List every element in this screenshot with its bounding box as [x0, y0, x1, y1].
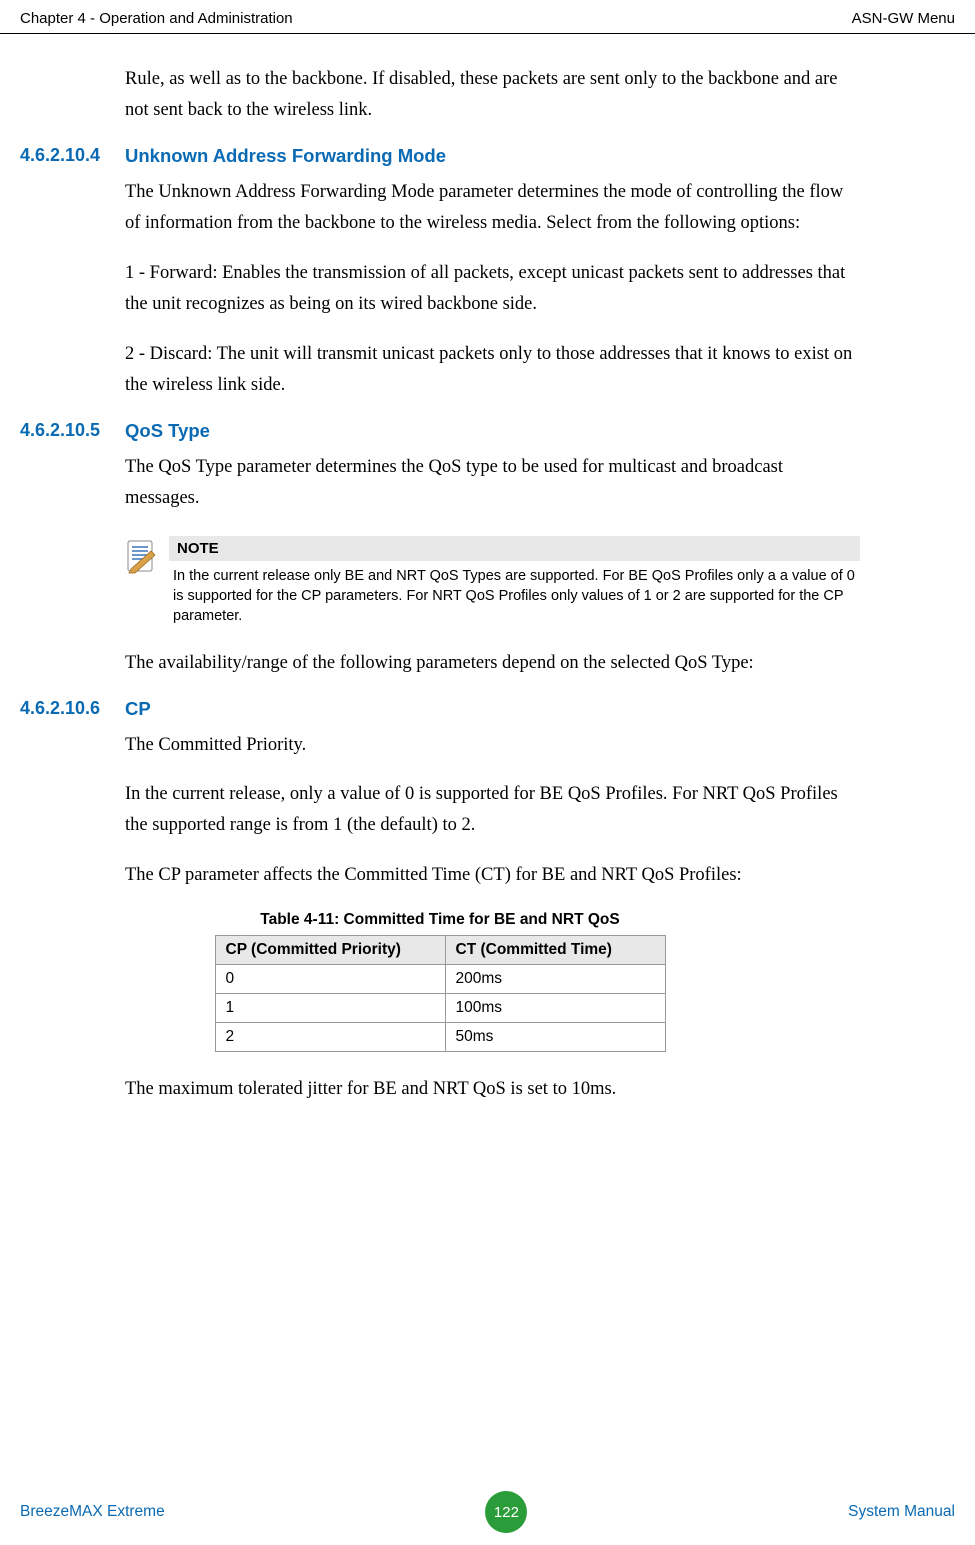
- note-label: NOTE: [169, 536, 860, 561]
- body-paragraph: The Unknown Address Forwarding Mode para…: [125, 177, 860, 240]
- table-cell: 1: [215, 994, 445, 1023]
- body-paragraph: The CP parameter affects the Committed T…: [125, 860, 860, 891]
- committed-time-table: CP (Committed Priority) CT (Committed Ti…: [215, 935, 666, 1052]
- section-title: CP: [125, 698, 151, 720]
- table-cell: 200ms: [445, 965, 665, 994]
- section-number: 4.6.2.10.6: [20, 698, 125, 720]
- body-paragraph: In the current release, only a value of …: [125, 779, 860, 842]
- footer-product: BreezeMAX Extreme: [20, 1503, 165, 1521]
- table-row: 1 100ms: [215, 994, 665, 1023]
- table-cell: 100ms: [445, 994, 665, 1023]
- table-header-row: CP (Committed Priority) CT (Committed Ti…: [215, 936, 665, 965]
- table-caption: Table 4-11: Committed Time for BE and NR…: [20, 911, 860, 929]
- footer-manual: System Manual: [848, 1503, 955, 1521]
- section-title: QoS Type: [125, 420, 210, 442]
- intro-paragraph: Rule, as well as to the backbone. If dis…: [125, 64, 860, 127]
- body-paragraph: 2 - Discard: The unit will transmit unic…: [125, 339, 860, 402]
- section-number: 4.6.2.10.5: [20, 420, 125, 442]
- note-icon: [125, 536, 169, 626]
- page-footer: BreezeMAX Extreme 122 System Manual: [0, 1491, 975, 1533]
- table-row: 0 200ms: [215, 965, 665, 994]
- header-chapter: Chapter 4 - Operation and Administration: [20, 10, 293, 27]
- table-cell: 0: [215, 965, 445, 994]
- section-heading-5: 4.6.2.10.5 QoS Type: [20, 420, 860, 442]
- body-paragraph: The Committed Priority.: [125, 730, 860, 761]
- body-paragraph: The maximum tolerated jitter for BE and …: [125, 1074, 860, 1105]
- section-title: Unknown Address Forwarding Mode: [125, 145, 446, 167]
- page-header: Chapter 4 - Operation and Administration…: [0, 0, 975, 34]
- table-cell: 50ms: [445, 1023, 665, 1052]
- table-header-cell: CT (Committed Time): [445, 936, 665, 965]
- body-paragraph: The availability/range of the following …: [125, 648, 860, 679]
- page-content: Rule, as well as to the backbone. If dis…: [0, 64, 975, 1106]
- note-body: NOTE In the current release only BE and …: [169, 536, 860, 626]
- header-menu: ASN-GW Menu: [852, 10, 955, 27]
- table-header-cell: CP (Committed Priority): [215, 936, 445, 965]
- note-block: NOTE In the current release only BE and …: [125, 536, 860, 626]
- body-paragraph: 1 - Forward: Enables the transmission of…: [125, 258, 860, 321]
- table-cell: 2: [215, 1023, 445, 1052]
- table-row: 2 50ms: [215, 1023, 665, 1052]
- page-number-badge: 122: [485, 1491, 527, 1533]
- section-heading-6: 4.6.2.10.6 CP: [20, 698, 860, 720]
- section-heading-4: 4.6.2.10.4 Unknown Address Forwarding Mo…: [20, 145, 860, 167]
- body-paragraph: The QoS Type parameter determines the Qo…: [125, 452, 860, 515]
- section-number: 4.6.2.10.4: [20, 145, 125, 167]
- note-text: In the current release only BE and NRT Q…: [169, 567, 860, 626]
